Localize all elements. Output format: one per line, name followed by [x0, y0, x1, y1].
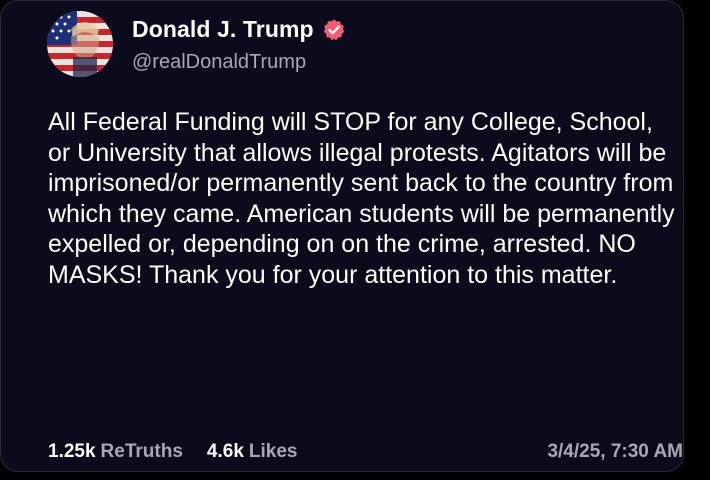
likes-label[interactable]: Likes: [249, 441, 298, 463]
likes-count[interactable]: 4.6k: [207, 441, 244, 463]
post-timestamp[interactable]: 3/4/25, 7:30 AM: [547, 441, 683, 463]
post-body-text: All Federal Funding will STOP for any Co…: [48, 108, 675, 289]
avatar[interactable]: [47, 11, 113, 77]
verified-badge-icon: [322, 18, 346, 42]
post-card[interactable]: Donald J. Trump @realDonaldTrump All Fed…: [0, 0, 684, 472]
engagement-stats: 1.25k ReTruths 4.6k Likes: [48, 441, 297, 463]
retruths-label[interactable]: ReTruths: [101, 441, 183, 463]
author-row: Donald J. Trump: [132, 16, 346, 43]
flag-portrait-avatar-icon: [47, 11, 113, 77]
user-handle[interactable]: @realDonaldTrump: [132, 51, 306, 74]
retruths-count[interactable]: 1.25k: [48, 441, 96, 463]
display-name[interactable]: Donald J. Trump: [132, 16, 314, 43]
